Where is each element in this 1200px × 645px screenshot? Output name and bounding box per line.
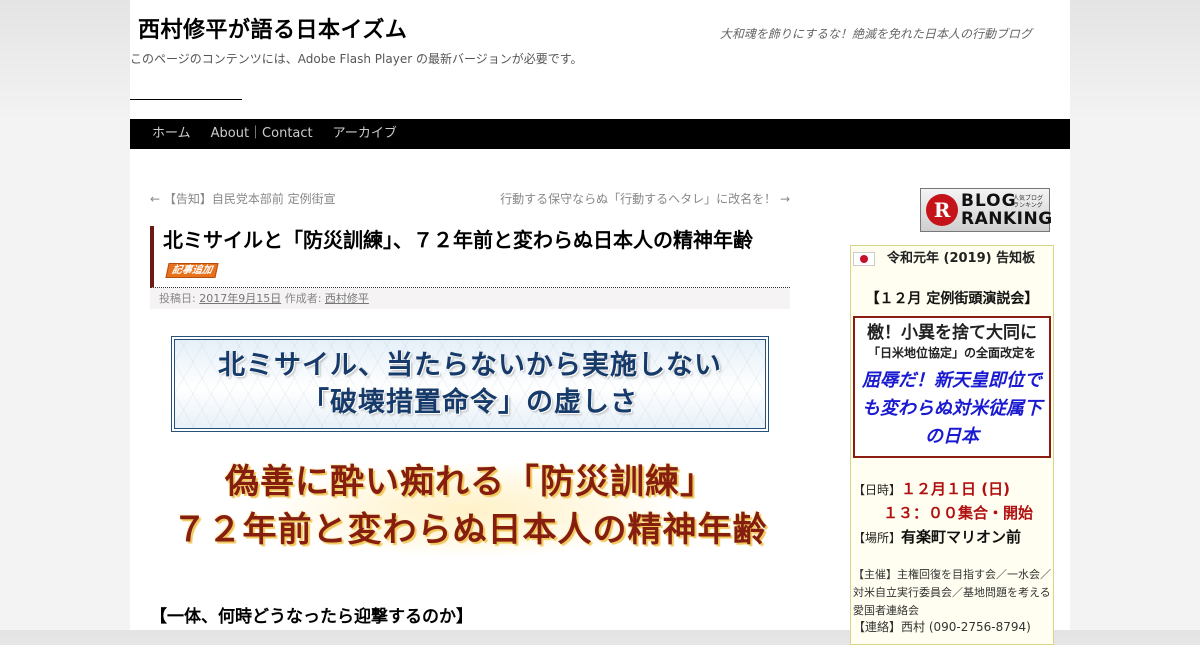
headline-image: 偽善に酔い痴れる「防災訓練」 ７２年前と変わらぬ日本人の精神年齢	[150, 458, 790, 568]
entry-meta: 投稿日: 2017年9月15日 作成者: 西村修平	[150, 288, 790, 309]
flag-red-disc	[860, 255, 868, 263]
entry-title-text: 北ミサイルと「防災訓練」、７２年前と変わらぬ日本人の精神年齢	[163, 228, 753, 252]
blog-ranking-word-ranking: RANKING	[961, 209, 1053, 229]
site-description: 大和魂を飾りにするな！絶滅を免れた日本人の行動ブログ	[719, 27, 1032, 41]
notice-date: 【日時】１２月１日 (日)	[853, 478, 1010, 499]
main-nav: ホーム About｜Contact アーカイブ	[130, 119, 1070, 149]
blog-ranking-small-line-1: 人気ブログ	[1012, 195, 1043, 202]
section-heading: 【一体、何時どうなったら迎撃するのか】	[150, 607, 473, 627]
nav-item-archive[interactable]: アーカイブ	[323, 119, 407, 149]
date-value: １２月１日 (日)	[901, 480, 1010, 498]
slogan-line-2: 「日米地位協定」の全面改定を	[867, 346, 1036, 360]
notice-organizer: 【主催】主権回復を目指す会／一水会／対米自立実行委員会／基地問題を考える愛国者連…	[853, 568, 1051, 617]
flash-player-notice: このページのコンテンツには、Adobe Flash Player の最新バージョ…	[130, 52, 583, 66]
slogan-line-1: 檄！小異を捨て大同に	[867, 323, 1037, 343]
main-content: ← 【告知】自民党本部前 定例街宣 行動する保守ならぬ「行動するヘタレ」に改名を…	[150, 190, 790, 627]
blog-ranking-word-blog: BLOG	[961, 191, 1017, 211]
notice-place: 【場所】有楽町マリオン前	[853, 526, 1021, 547]
previous-post-link[interactable]: ← 【告知】自民党本部前 定例街宣	[150, 190, 336, 207]
author-label: 作成者:	[281, 292, 325, 305]
blog-ranking-logo-icon: R	[926, 194, 958, 226]
posted-label: 投稿日:	[159, 292, 200, 305]
blog-ranking-small-line-2: ランキング	[1012, 202, 1043, 209]
notice-contact: 【連絡】西村 (090-2756-8794)	[853, 620, 1031, 634]
slogan-line-3: 屈辱だ！新天皇即位でも変わらぬ対米従属下の日本	[862, 370, 1042, 447]
notice-event-title: 【１２月 定例街頭演説会】	[865, 291, 1039, 307]
banner-line-1: 北ミサイル、当たらないから実施しない	[218, 350, 722, 381]
place-value: 有楽町マリオン前	[901, 528, 1022, 546]
headline-line-2: ７２年前と変わらぬ日本人の精神年齢	[172, 510, 768, 550]
notice-board: 令和元年 (2019) 告知板 【１２月 定例街頭演説会】 檄！小異を捨て大同に…	[850, 245, 1054, 645]
notice-time: １３：００集合・開始	[883, 504, 1034, 522]
nav-item-home[interactable]: ホーム	[142, 119, 201, 149]
blog-ranking-banner[interactable]: R BLOG RANKING 人気ブログ ランキング	[920, 188, 1053, 232]
banner-line-2: 「破壊措置命令」の虚しさ	[302, 387, 638, 418]
headline-line-1: 偽善に酔い痴れる「防災訓練」	[225, 462, 715, 502]
next-post-link[interactable]: 行動する保守ならぬ「行動するヘタレ」に改名を！ →	[500, 190, 790, 207]
entry-title: 北ミサイルと「防災訓練」、７２年前と変わらぬ日本人の精神年齢記事追加	[154, 226, 790, 284]
date-label: 【日時】	[853, 483, 902, 497]
blog-ranking-small-text: 人気ブログ ランキング	[1013, 195, 1043, 209]
header-divider	[130, 99, 242, 100]
author-link[interactable]: 西村修平	[325, 292, 369, 305]
page: 西村修平が語る日本イズム 大和魂を飾りにするな！絶滅を免れた日本人の行動ブログ …	[130, 0, 1070, 645]
post-date-link[interactable]: 2017年9月15日	[199, 292, 281, 305]
missile-banner-image: 北ミサイル、当たらないから実施しない 「破壊措置命令」の虚しさ	[171, 336, 769, 432]
place-label: 【場所】	[853, 531, 902, 545]
nav-item-about-contact[interactable]: About｜Contact	[201, 119, 323, 149]
japan-flag-icon	[853, 252, 875, 266]
post-navigation: ← 【告知】自民党本部前 定例街宣 行動する保守ならぬ「行動するヘタレ」に改名を…	[150, 190, 790, 208]
entry-header: 北ミサイルと「防災訓練」、７２年前と変わらぬ日本人の精神年齢記事追加	[150, 226, 790, 288]
notice-board-title: 令和元年 (2019) 告知板	[887, 251, 1036, 266]
article-added-badge: 記事追加	[165, 263, 219, 278]
notice-slogan-box[interactable]: 檄！小異を捨て大同に 「日米地位協定」の全面改定を 屈辱だ！新天皇即位でも変わら…	[853, 316, 1051, 458]
missile-banner-inner: 北ミサイル、当たらないから実施しない 「破壊措置命令」の虚しさ	[174, 339, 766, 429]
site-title[interactable]: 西村修平が語る日本イズム	[138, 12, 407, 44]
